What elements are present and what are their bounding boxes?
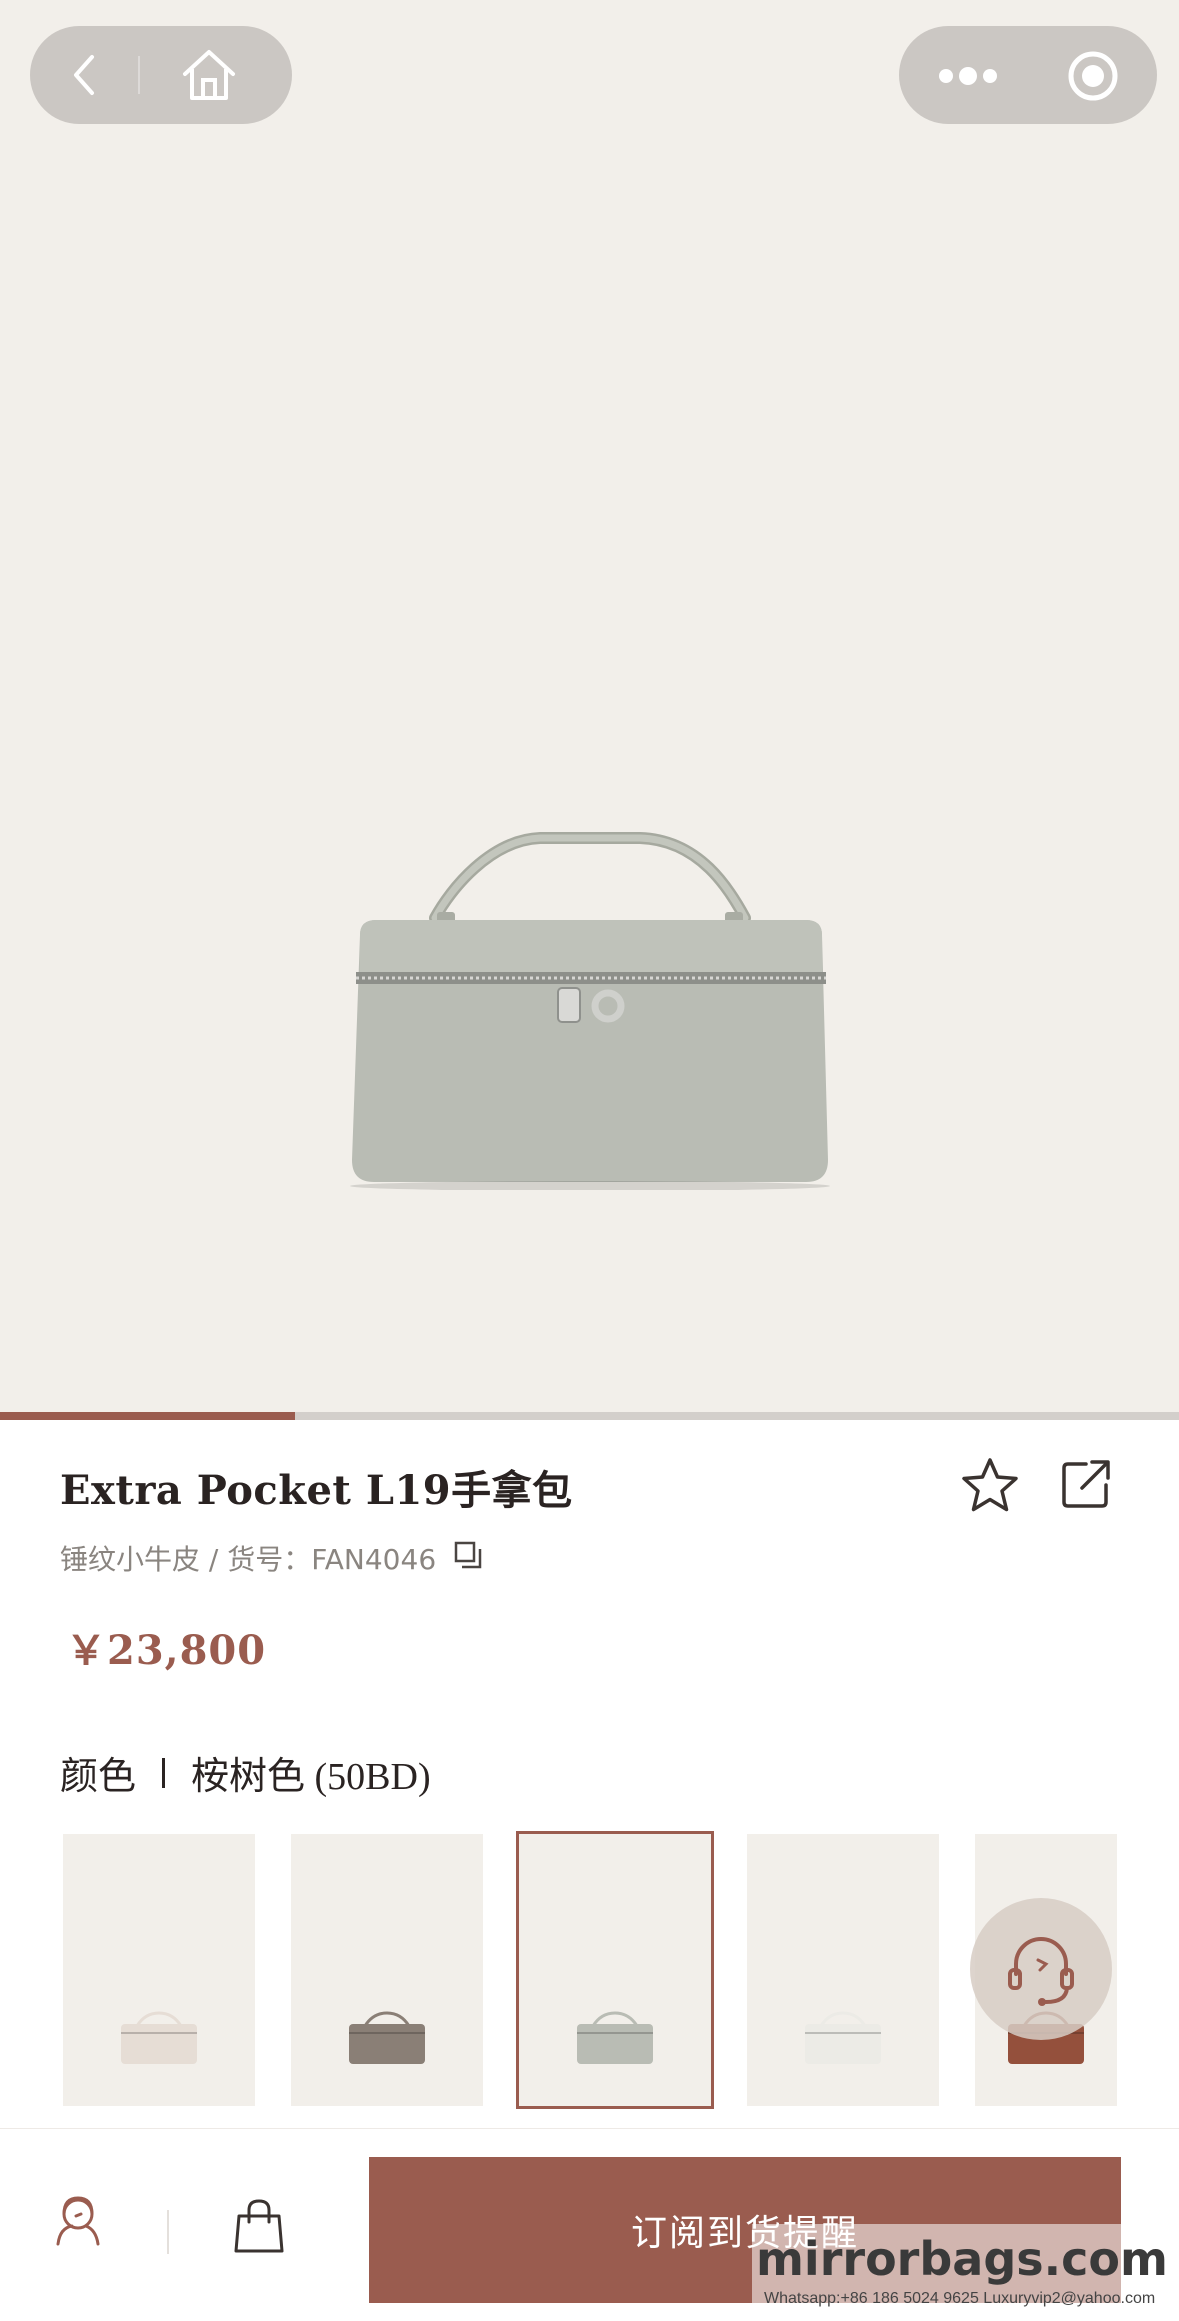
chevron-left-icon	[74, 55, 94, 95]
selected-color-name: 桉树色 (50BD)	[191, 1756, 431, 1798]
mini-program-capsule	[899, 26, 1157, 124]
star-icon	[962, 1458, 1018, 1512]
color-swatch[interactable]	[747, 1834, 939, 2106]
close-mini-program-button[interactable]	[1067, 50, 1119, 102]
product-price: ￥23,800	[66, 1627, 267, 1674]
gallery-progress-fill	[0, 1412, 295, 1420]
capsule-divider	[138, 56, 140, 94]
gallery-progress	[0, 1412, 1179, 1420]
share-external-icon	[1062, 1460, 1110, 1508]
target-circle-icon	[1068, 51, 1118, 101]
material-and-sku: 锤纹小牛皮 / 货号：FAN4046	[60, 1543, 437, 1576]
swatch-bag-thumbnail	[121, 2011, 197, 2064]
favorite-button[interactable]	[960, 1456, 1020, 1518]
product-meta: 锤纹小牛皮 / 货号：FAN4046	[60, 1538, 482, 1578]
color-swatch[interactable]	[291, 1834, 483, 2106]
nav-capsule	[30, 26, 292, 124]
color-heading: 颜色	[60, 1754, 137, 1798]
shopping-bag-button[interactable]	[233, 2198, 285, 2258]
color-swatch[interactable]	[516, 1831, 714, 2109]
back-button[interactable]	[60, 50, 110, 100]
service-button[interactable]	[50, 2192, 106, 2252]
copy-sku-button[interactable]	[454, 1541, 482, 1576]
swatch-bag-thumbnail	[349, 2011, 425, 2064]
headset-icon	[1008, 1937, 1074, 2006]
more-button[interactable]	[935, 56, 1001, 96]
copy-icon	[454, 1541, 482, 1568]
watermark-brand: mirrorbags.com	[756, 2232, 1168, 2286]
share-button[interactable]	[1060, 1458, 1112, 1514]
product-image-gallery[interactable]	[0, 0, 1179, 1412]
swatch-bag-thumbnail	[577, 2011, 653, 2064]
color-label-separator	[162, 1757, 166, 1788]
color-selector-label: 颜色 桉树色 (50BD)	[60, 1745, 431, 1800]
color-swatch[interactable]	[63, 1834, 255, 2106]
watermark-contact: Whatsapp:+86 186 5024 9625 Luxuryvip2@ya…	[764, 2290, 1156, 2307]
bottom-bar-divider	[167, 2210, 169, 2254]
customer-service-icon	[56, 2196, 100, 2246]
swatch-bag-thumbnail	[805, 2011, 881, 2064]
home-icon	[183, 50, 235, 100]
more-dots-icon	[939, 67, 997, 85]
product-image	[350, 832, 830, 1190]
customer-service-fab[interactable]	[970, 1898, 1112, 2040]
product-title: Extra Pocket L19手拿包	[60, 1467, 573, 1514]
shopping-bag-icon	[234, 2199, 284, 2253]
home-button[interactable]	[178, 46, 240, 104]
